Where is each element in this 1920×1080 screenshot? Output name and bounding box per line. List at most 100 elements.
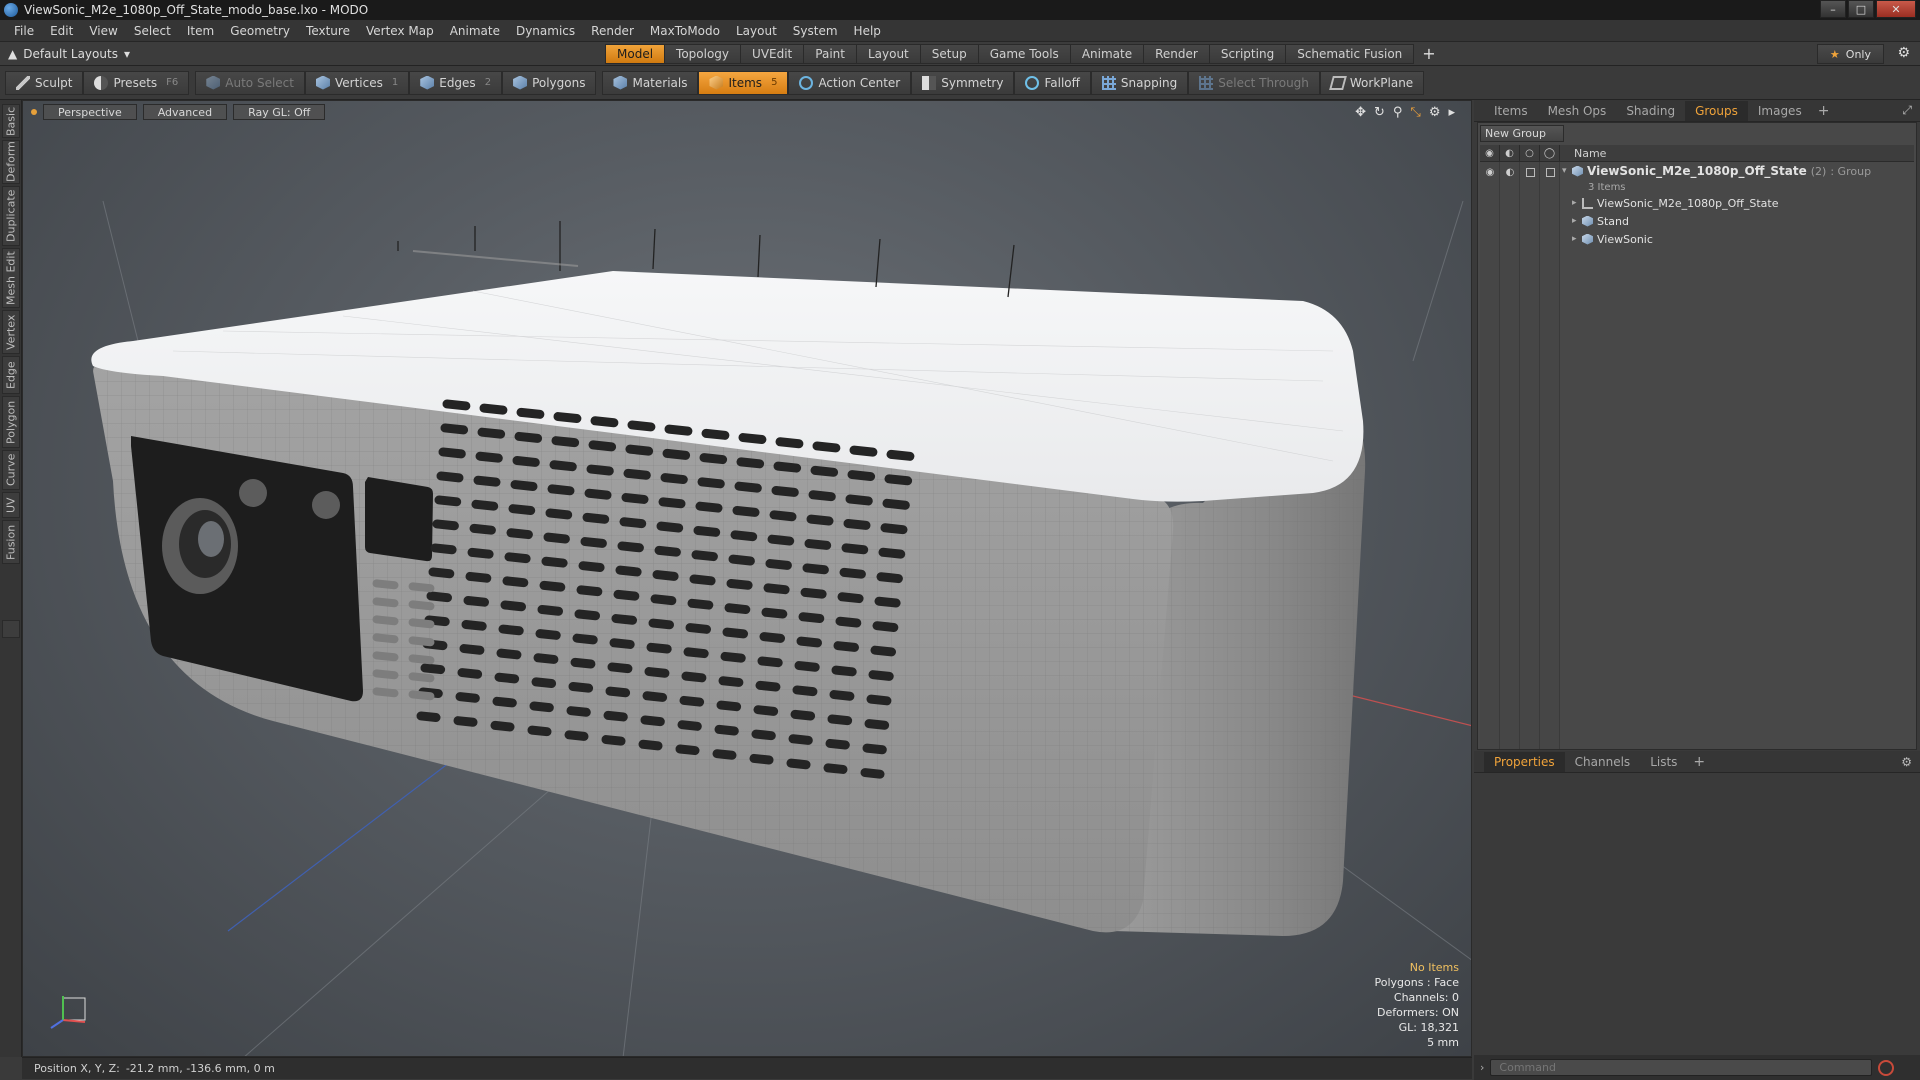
- expand-arrow-icon[interactable]: ▸: [1448, 105, 1455, 120]
- vtab-extra[interactable]: [2, 620, 20, 638]
- vtab-duplicate[interactable]: Duplicate: [2, 186, 20, 246]
- tab-schematic-fusion[interactable]: Schematic Fusion: [1286, 44, 1415, 64]
- add-panel-tab-button[interactable]: +: [1687, 754, 1711, 770]
- tab-images[interactable]: Images: [1748, 101, 1812, 121]
- add-tab-button[interactable]: +: [1422, 44, 1435, 64]
- vertices-button[interactable]: Vertices 1: [304, 70, 410, 95]
- menu-item[interactable]: Item: [179, 24, 222, 38]
- tab-model[interactable]: Model: [605, 44, 666, 64]
- menu-view[interactable]: View: [81, 24, 125, 38]
- zoom-icon[interactable]: ⚲: [1393, 105, 1403, 120]
- vtab-basic[interactable]: Basic: [2, 104, 20, 138]
- presets-button[interactable]: Presets F6: [83, 70, 190, 95]
- viewport-gear-icon[interactable]: ⚙: [1429, 105, 1441, 120]
- select-checkbox[interactable]: [1540, 163, 1560, 181]
- tab-game-tools[interactable]: Game Tools: [978, 44, 1071, 64]
- tab-properties[interactable]: Properties: [1484, 751, 1565, 772]
- edges-button[interactable]: Edges 2: [409, 70, 503, 95]
- vtab-uv[interactable]: UV: [2, 492, 20, 518]
- menu-file[interactable]: File: [6, 24, 42, 38]
- layout-preset-dropdown[interactable]: ▲ Default Layouts ▾: [8, 47, 130, 61]
- panel-expand-icon[interactable]: ⤢: [1902, 103, 1912, 118]
- minimize-button[interactable]: –: [1820, 0, 1846, 18]
- vtab-fusion[interactable]: Fusion: [2, 520, 20, 564]
- tab-groups[interactable]: Groups: [1685, 100, 1748, 121]
- items-button[interactable]: Items 5: [698, 70, 789, 95]
- vtab-vertex[interactable]: Vertex: [2, 310, 20, 354]
- lock-checkbox[interactable]: [1520, 163, 1540, 181]
- viewport-menu-dot-icon[interactable]: [31, 109, 37, 115]
- snapping-button[interactable]: Snapping: [1090, 70, 1189, 95]
- menu-dynamics[interactable]: Dynamics: [508, 24, 583, 38]
- pan-icon[interactable]: ✥: [1355, 105, 1366, 120]
- gear-icon[interactable]: ⚙: [1897, 45, 1910, 61]
- menu-render[interactable]: Render: [583, 24, 642, 38]
- tab-scripting[interactable]: Scripting: [1209, 44, 1287, 64]
- vtab-deform[interactable]: Deform: [2, 140, 20, 184]
- render-column-icon[interactable]: ◐: [1500, 144, 1520, 162]
- menu-system[interactable]: System: [785, 24, 846, 38]
- tab-paint[interactable]: Paint: [804, 44, 857, 64]
- raygl-toggle[interactable]: Ray GL: Off: [233, 104, 326, 120]
- 3d-viewport[interactable]: Perspective Advanced Ray GL: Off ✥ ↻ ⚲ ⤡…: [22, 100, 1472, 1057]
- menu-maxtomodo[interactable]: MaxToModo: [642, 24, 728, 38]
- tab-uvedit[interactable]: UVEdit: [741, 44, 805, 64]
- symmetry-button[interactable]: Symmetry: [911, 70, 1015, 95]
- action-center-button[interactable]: Action Center: [788, 70, 912, 95]
- add-panel-tab-button[interactable]: +: [1812, 103, 1836, 119]
- view-type-dropdown[interactable]: Perspective: [43, 104, 137, 120]
- visibility-column-icon[interactable]: ◉: [1480, 144, 1500, 162]
- tab-topology[interactable]: Topology: [665, 44, 742, 64]
- vtab-curve[interactable]: Curve: [2, 450, 20, 490]
- materials-button[interactable]: Materials: [602, 70, 699, 95]
- select-through-button[interactable]: Select Through: [1188, 70, 1320, 95]
- shading-dropdown[interactable]: Advanced: [142, 104, 228, 120]
- menu-vertex-map[interactable]: Vertex Map: [358, 24, 442, 38]
- vtab-mesh-edit[interactable]: Mesh Edit: [2, 248, 20, 308]
- falloff-button[interactable]: Falloff: [1014, 70, 1091, 95]
- polygons-button[interactable]: Polygons: [502, 70, 597, 95]
- tab-render[interactable]: Render: [1144, 44, 1210, 64]
- tab-setup[interactable]: Setup: [920, 44, 979, 64]
- expand-triangle-icon[interactable]: ▾: [1562, 166, 1572, 176]
- fit-icon[interactable]: ⤡: [1410, 105, 1420, 120]
- sculpt-button[interactable]: Sculpt: [5, 70, 84, 95]
- auto-select-button[interactable]: Auto Select: [195, 70, 305, 95]
- tab-items[interactable]: Items: [1484, 101, 1538, 121]
- list-item[interactable]: ▸ ViewSonic: [1562, 230, 1912, 248]
- lock-column-icon[interactable]: ○: [1520, 144, 1540, 162]
- menu-texture[interactable]: Texture: [298, 24, 358, 38]
- eye-icon[interactable]: ◉: [1480, 163, 1500, 181]
- menu-geometry[interactable]: Geometry: [222, 24, 298, 38]
- menu-animate[interactable]: Animate: [442, 24, 508, 38]
- list-item[interactable]: ▸ Stand: [1562, 212, 1912, 230]
- menu-select[interactable]: Select: [126, 24, 179, 38]
- menu-help[interactable]: Help: [846, 24, 889, 38]
- menu-edit[interactable]: Edit: [42, 24, 81, 38]
- only-button[interactable]: ★ Only: [1816, 44, 1884, 64]
- tab-layout[interactable]: Layout: [856, 44, 921, 64]
- tab-lists[interactable]: Lists: [1640, 752, 1687, 772]
- vtab-edge[interactable]: Edge: [2, 356, 20, 394]
- tab-channels[interactable]: Channels: [1565, 752, 1641, 772]
- panel-settings-icon[interactable]: ⚙: [1901, 755, 1912, 769]
- group-row[interactable]: ▾ ViewSonic_M2e_1080p_Off_State (2) : Gr…: [1562, 162, 1912, 180]
- new-group-button[interactable]: New Group: [1480, 125, 1564, 142]
- tab-animate[interactable]: Animate: [1070, 44, 1145, 64]
- expand-triangle-icon[interactable]: ▸: [1572, 216, 1582, 226]
- command-input[interactable]: [1490, 1059, 1873, 1076]
- close-button[interactable]: ✕: [1876, 0, 1916, 18]
- workplane-button[interactable]: WorkPlane: [1319, 70, 1425, 95]
- rotate-icon[interactable]: ↻: [1374, 105, 1385, 120]
- stop-icon[interactable]: [1878, 1059, 1895, 1076]
- tab-shading[interactable]: Shading: [1616, 101, 1685, 121]
- render-toggle-icon[interactable]: ◐: [1500, 163, 1520, 181]
- select-column-icon[interactable]: ◯: [1540, 144, 1560, 162]
- tab-mesh-ops[interactable]: Mesh Ops: [1538, 101, 1617, 121]
- expand-triangle-icon[interactable]: ▸: [1572, 198, 1582, 208]
- list-item[interactable]: ▸ ViewSonic_M2e_1080p_Off_State: [1562, 194, 1912, 212]
- maximize-button[interactable]: □: [1848, 0, 1874, 18]
- vtab-polygon[interactable]: Polygon: [2, 396, 20, 448]
- menu-layout[interactable]: Layout: [728, 24, 785, 38]
- expand-triangle-icon[interactable]: ▸: [1572, 234, 1582, 244]
